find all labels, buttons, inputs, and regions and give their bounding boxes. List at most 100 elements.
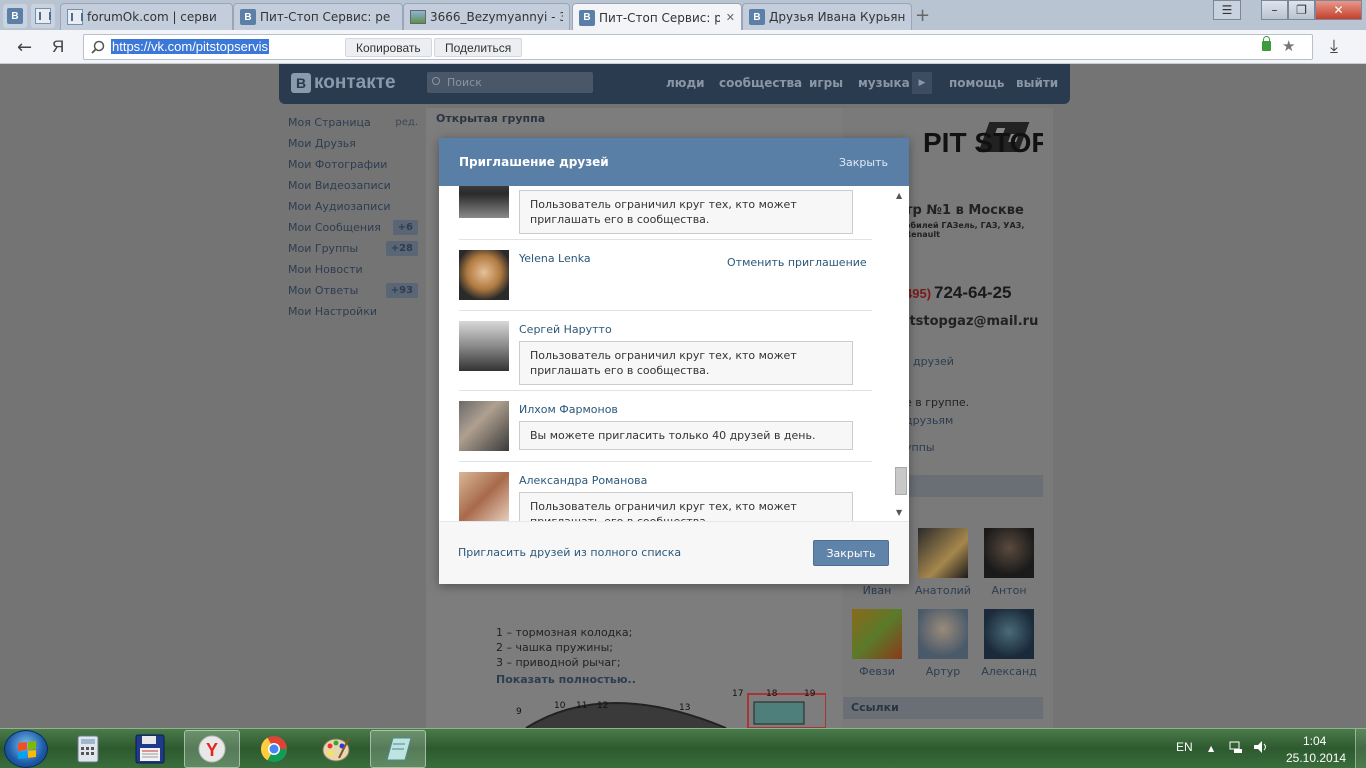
- menu-label: Моя Страница: [288, 116, 371, 129]
- scrollbar-thumb[interactable]: [895, 467, 907, 495]
- back-arrow-icon[interactable]: ←: [17, 37, 32, 58]
- network-icon[interactable]: [1229, 740, 1243, 757]
- minimize-icon[interactable]: –: [1261, 0, 1288, 20]
- vk-search-input[interactable]: Поиск: [427, 72, 593, 93]
- menu-my-news[interactable]: Мои Новости: [288, 259, 418, 280]
- member-artur[interactable]: Артур: [913, 609, 973, 678]
- pinned-tab-bookmarks[interactable]: [31, 4, 55, 28]
- menu-my-groups[interactable]: Мои Группы +28: [288, 238, 418, 259]
- scroll-down-icon[interactable]: ▼: [896, 508, 902, 517]
- vk-logo[interactable]: B контакте: [291, 72, 396, 94]
- member-fevzi[interactable]: Февзи: [847, 609, 907, 678]
- close-window-icon[interactable]: ✕: [1315, 0, 1362, 20]
- show-desktop-button[interactable]: [1355, 729, 1366, 768]
- phone-number: 724-64-25: [934, 283, 1012, 302]
- music-play-icon[interactable]: ▶: [912, 72, 932, 94]
- member-anton[interactable]: Антон: [979, 528, 1039, 597]
- scrollbar[interactable]: ▲ ▼: [893, 186, 909, 521]
- dialog-close-link[interactable]: Закрыть: [839, 156, 888, 169]
- friend-name[interactable]: Александра Романова: [519, 474, 647, 487]
- new-tab-plus-icon[interactable]: +: [915, 5, 930, 26]
- tab-title: 3666_Bezymyannyi - 3: [430, 10, 563, 24]
- pinned-tab-vk[interactable]: B: [3, 4, 27, 28]
- bookmark-star-icon[interactable]: ★: [1282, 37, 1295, 55]
- nav-people[interactable]: люди: [666, 76, 705, 90]
- start-button[interactable]: [4, 730, 48, 768]
- taskbar-floppy-app[interactable]: [122, 730, 178, 768]
- menu-my-audio[interactable]: Мои Аудиозаписи: [288, 196, 418, 217]
- invite-from-full-list-link[interactable]: Пригласить друзей из полного списка: [458, 546, 681, 559]
- taskbar-paint[interactable]: [308, 730, 364, 768]
- friend-name[interactable]: Сергей Нарутто: [519, 323, 612, 336]
- member-name: Анатолий: [915, 584, 971, 597]
- invite-friends-link[interactable]: друзей: [913, 355, 954, 368]
- friend-name[interactable]: Yelena Lenka: [519, 252, 591, 265]
- dialog-header: Приглашение друзей Закрыть: [439, 138, 909, 186]
- keyboard-language[interactable]: EN: [1176, 740, 1193, 754]
- url-field[interactable]: https://vk.com/pitstopservis Копировать …: [83, 34, 1313, 60]
- avatar[interactable]: [459, 186, 509, 218]
- avatar[interactable]: [459, 401, 509, 451]
- show-more-link[interactable]: Показать полностью..: [496, 673, 636, 686]
- menu-my-messages[interactable]: Мои Сообщения +6: [288, 217, 418, 238]
- download-icon[interactable]: ⤓: [1330, 36, 1338, 57]
- scroll-up-icon[interactable]: ▲: [896, 191, 902, 200]
- menu-label: Мои Сообщения: [288, 221, 381, 234]
- taskbar-yandex-browser[interactable]: Y: [184, 730, 240, 768]
- avatar[interactable]: [459, 250, 509, 300]
- diagram-label: 10: [554, 701, 566, 711]
- menu-my-videos[interactable]: Мои Видеозаписи: [288, 175, 418, 196]
- messages-badge: +6: [392, 220, 418, 235]
- clock-date[interactable]: 25.10.2014: [1286, 751, 1346, 765]
- tray-expand-icon[interactable]: ▲: [1208, 744, 1214, 753]
- tab-close-icon[interactable]: ✕: [726, 11, 735, 24]
- cancel-invite-link[interactable]: Отменить приглашение: [727, 256, 867, 269]
- member-aleksandr[interactable]: Александ: [979, 609, 1039, 678]
- share-url-button[interactable]: Поделиться: [434, 38, 523, 57]
- restore-icon[interactable]: ❐: [1288, 0, 1315, 20]
- diagram-label: 17: [732, 689, 743, 699]
- tab-forumok[interactable]: forumOk.com | серви: [60, 3, 233, 30]
- taskbar-calculator[interactable]: [60, 730, 116, 768]
- notes-app-icon: [386, 737, 412, 761]
- avatar: [852, 609, 902, 659]
- menu-my-settings[interactable]: Мои Настройки: [288, 301, 418, 322]
- yandex-home-button[interactable]: Я: [52, 37, 64, 57]
- volume-icon[interactable]: [1253, 740, 1269, 757]
- tell-friends-link[interactable]: друзьям: [905, 414, 953, 427]
- pitstop-banner-image: PIT STOP: [903, 112, 1050, 192]
- menu-my-page[interactable]: Моя Страница ред.: [288, 112, 418, 133]
- member-anatoliy[interactable]: Анатолий: [913, 528, 973, 597]
- close-button[interactable]: Закрыть: [813, 540, 889, 566]
- tab-friends-ivan[interactable]: B Друзья Ивана Курьян: [742, 3, 912, 30]
- browser-menu-icon[interactable]: ☰: [1213, 0, 1241, 20]
- nav-communities[interactable]: сообщества: [719, 76, 802, 90]
- menu-my-friends[interactable]: Мои Друзья: [288, 133, 418, 154]
- taskbar-chrome[interactable]: [246, 730, 302, 768]
- menu-label: Мои Ответы: [288, 284, 359, 297]
- friend-name[interactable]: Илхом Фармонов: [519, 403, 618, 416]
- tab-bezymyannyi[interactable]: 3666_Bezymyannyi - 3: [403, 3, 570, 30]
- nav-logout[interactable]: выйти: [1016, 76, 1058, 90]
- edit-link[interactable]: ред.: [395, 117, 418, 128]
- menu-my-answers[interactable]: Мои Ответы +93: [288, 280, 418, 301]
- taskbar-notes-app[interactable]: [370, 730, 426, 768]
- menu-my-photos[interactable]: Мои Фотографии: [288, 154, 418, 175]
- menu-label: Мои Фотографии: [288, 158, 388, 171]
- nav-games[interactable]: игры: [809, 76, 843, 90]
- copy-url-button[interactable]: Копировать: [345, 38, 432, 57]
- clock-time[interactable]: 1:04: [1303, 734, 1326, 748]
- avatar[interactable]: [459, 472, 509, 521]
- nav-music[interactable]: музыка: [858, 76, 910, 90]
- vk-favicon-icon: B: [749, 9, 765, 25]
- restriction-notice: Пользователь ограничил круг тех, кто мож…: [519, 341, 853, 385]
- groups-link[interactable]: уппы: [905, 441, 935, 454]
- nav-help[interactable]: помощь: [949, 76, 1004, 90]
- tab-pitstop-1[interactable]: B Пит-Стоп Сервис: ре: [233, 3, 403, 30]
- avatar: [918, 528, 968, 578]
- tab-pitstop-active[interactable]: B Пит-Стоп Сервис: ре ✕: [572, 3, 742, 31]
- avatar[interactable]: [459, 321, 509, 371]
- friends-list-scroll-area[interactable]: Пользователь ограничил круг тех, кто мож…: [439, 186, 909, 521]
- vk-favicon-icon: B: [579, 9, 595, 26]
- url-text[interactable]: https://vk.com/pitstopservis: [111, 39, 270, 54]
